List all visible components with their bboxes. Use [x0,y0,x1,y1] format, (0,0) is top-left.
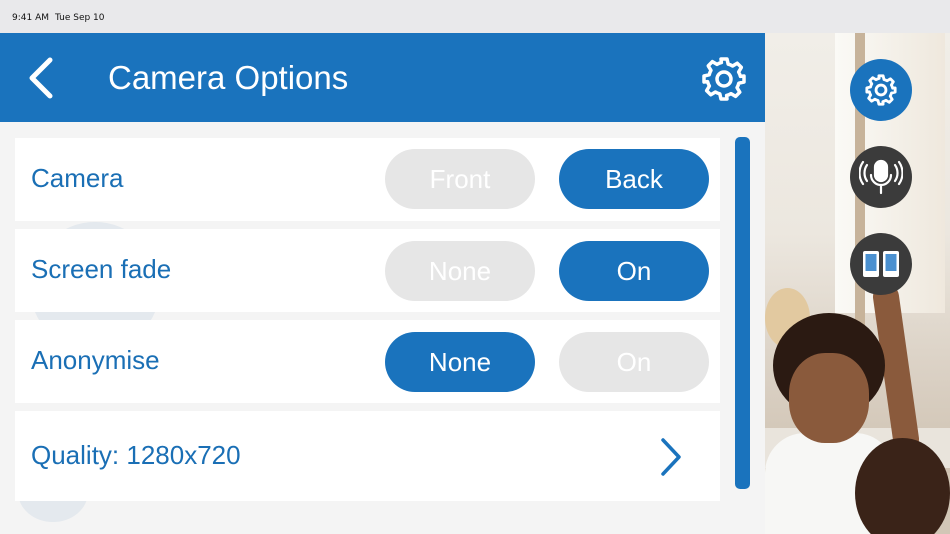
microphone-icon [859,159,903,195]
side-settings-button[interactable] [850,59,912,121]
split-screen-icon [863,251,899,277]
screen-fade-label: Screen fade [31,254,172,284]
camera-label: Camera [31,163,124,193]
scrollbar[interactable] [735,137,750,489]
anonymise-on-button[interactable]: On [559,332,709,392]
status-date: Tue Sep 10 [55,13,105,23]
header-settings-button[interactable] [700,55,748,103]
back-button[interactable] [22,52,62,104]
screen-fade-none-button[interactable]: None [385,241,535,301]
quality-label: Quality: 1280x720 [31,440,241,470]
page-title: Camera Options [108,59,349,96]
gear-icon [865,74,897,106]
gear-icon [702,57,746,101]
screen-fade-on-button[interactable]: On [559,241,709,301]
status-time: 9:41 AM [12,13,49,23]
screen-fade-option-row: Screen fade None On [15,229,720,312]
status-bar: 9:41 AM Tue Sep 10 [0,0,950,33]
quality-option-row[interactable]: Quality: 1280x720 [15,411,720,501]
chevron-left-icon [29,57,53,99]
side-microphone-button[interactable] [850,146,912,208]
anonymise-option-row: Anonymise None On [15,320,720,403]
camera-option-row: Camera Front Back [15,138,720,221]
student-face [789,353,869,443]
camera-front-button[interactable]: Front [385,149,535,209]
anonymise-none-button[interactable]: None [385,332,535,392]
side-split-screen-button[interactable] [850,233,912,295]
anonymise-label: Anonymise [31,345,160,375]
chevron-right-icon [661,438,681,476]
camera-back-button[interactable]: Back [559,149,709,209]
